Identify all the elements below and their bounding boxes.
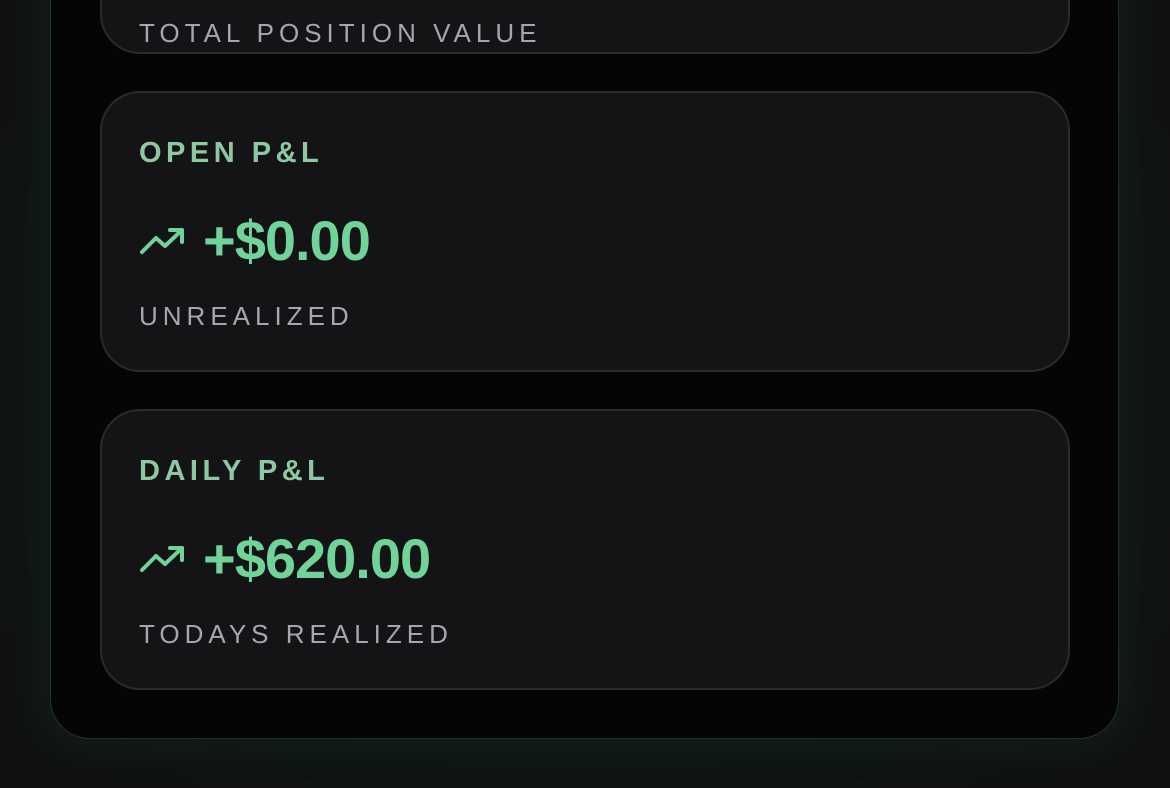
daily-pnl-caption: TODAYS REALIZED [139,619,453,649]
trending-up-icon [140,228,184,254]
daily-pnl-value-row: +$620.00 [139,527,431,590]
daily-pnl-card: DAILY P&L +$620.00 TODAYS REALIZED [100,409,1070,690]
open-pnl-caption: UNREALIZED [139,301,354,331]
daily-pnl-title: DAILY P&L [139,455,330,487]
open-pnl-value-row: +$0.00 [139,209,371,272]
total-position-value-caption: TOTAL POSITION VALUE [139,18,542,48]
trending-up-icon [140,546,184,572]
open-pnl-title: OPEN P&L [139,137,324,169]
daily-pnl-value: +$620.00 [203,527,431,590]
total-position-value-card: TOTAL POSITION VALUE [100,0,1070,54]
open-pnl-value: +$0.00 [203,209,371,272]
open-pnl-card: OPEN P&L +$0.00 UNREALIZED [100,91,1070,372]
